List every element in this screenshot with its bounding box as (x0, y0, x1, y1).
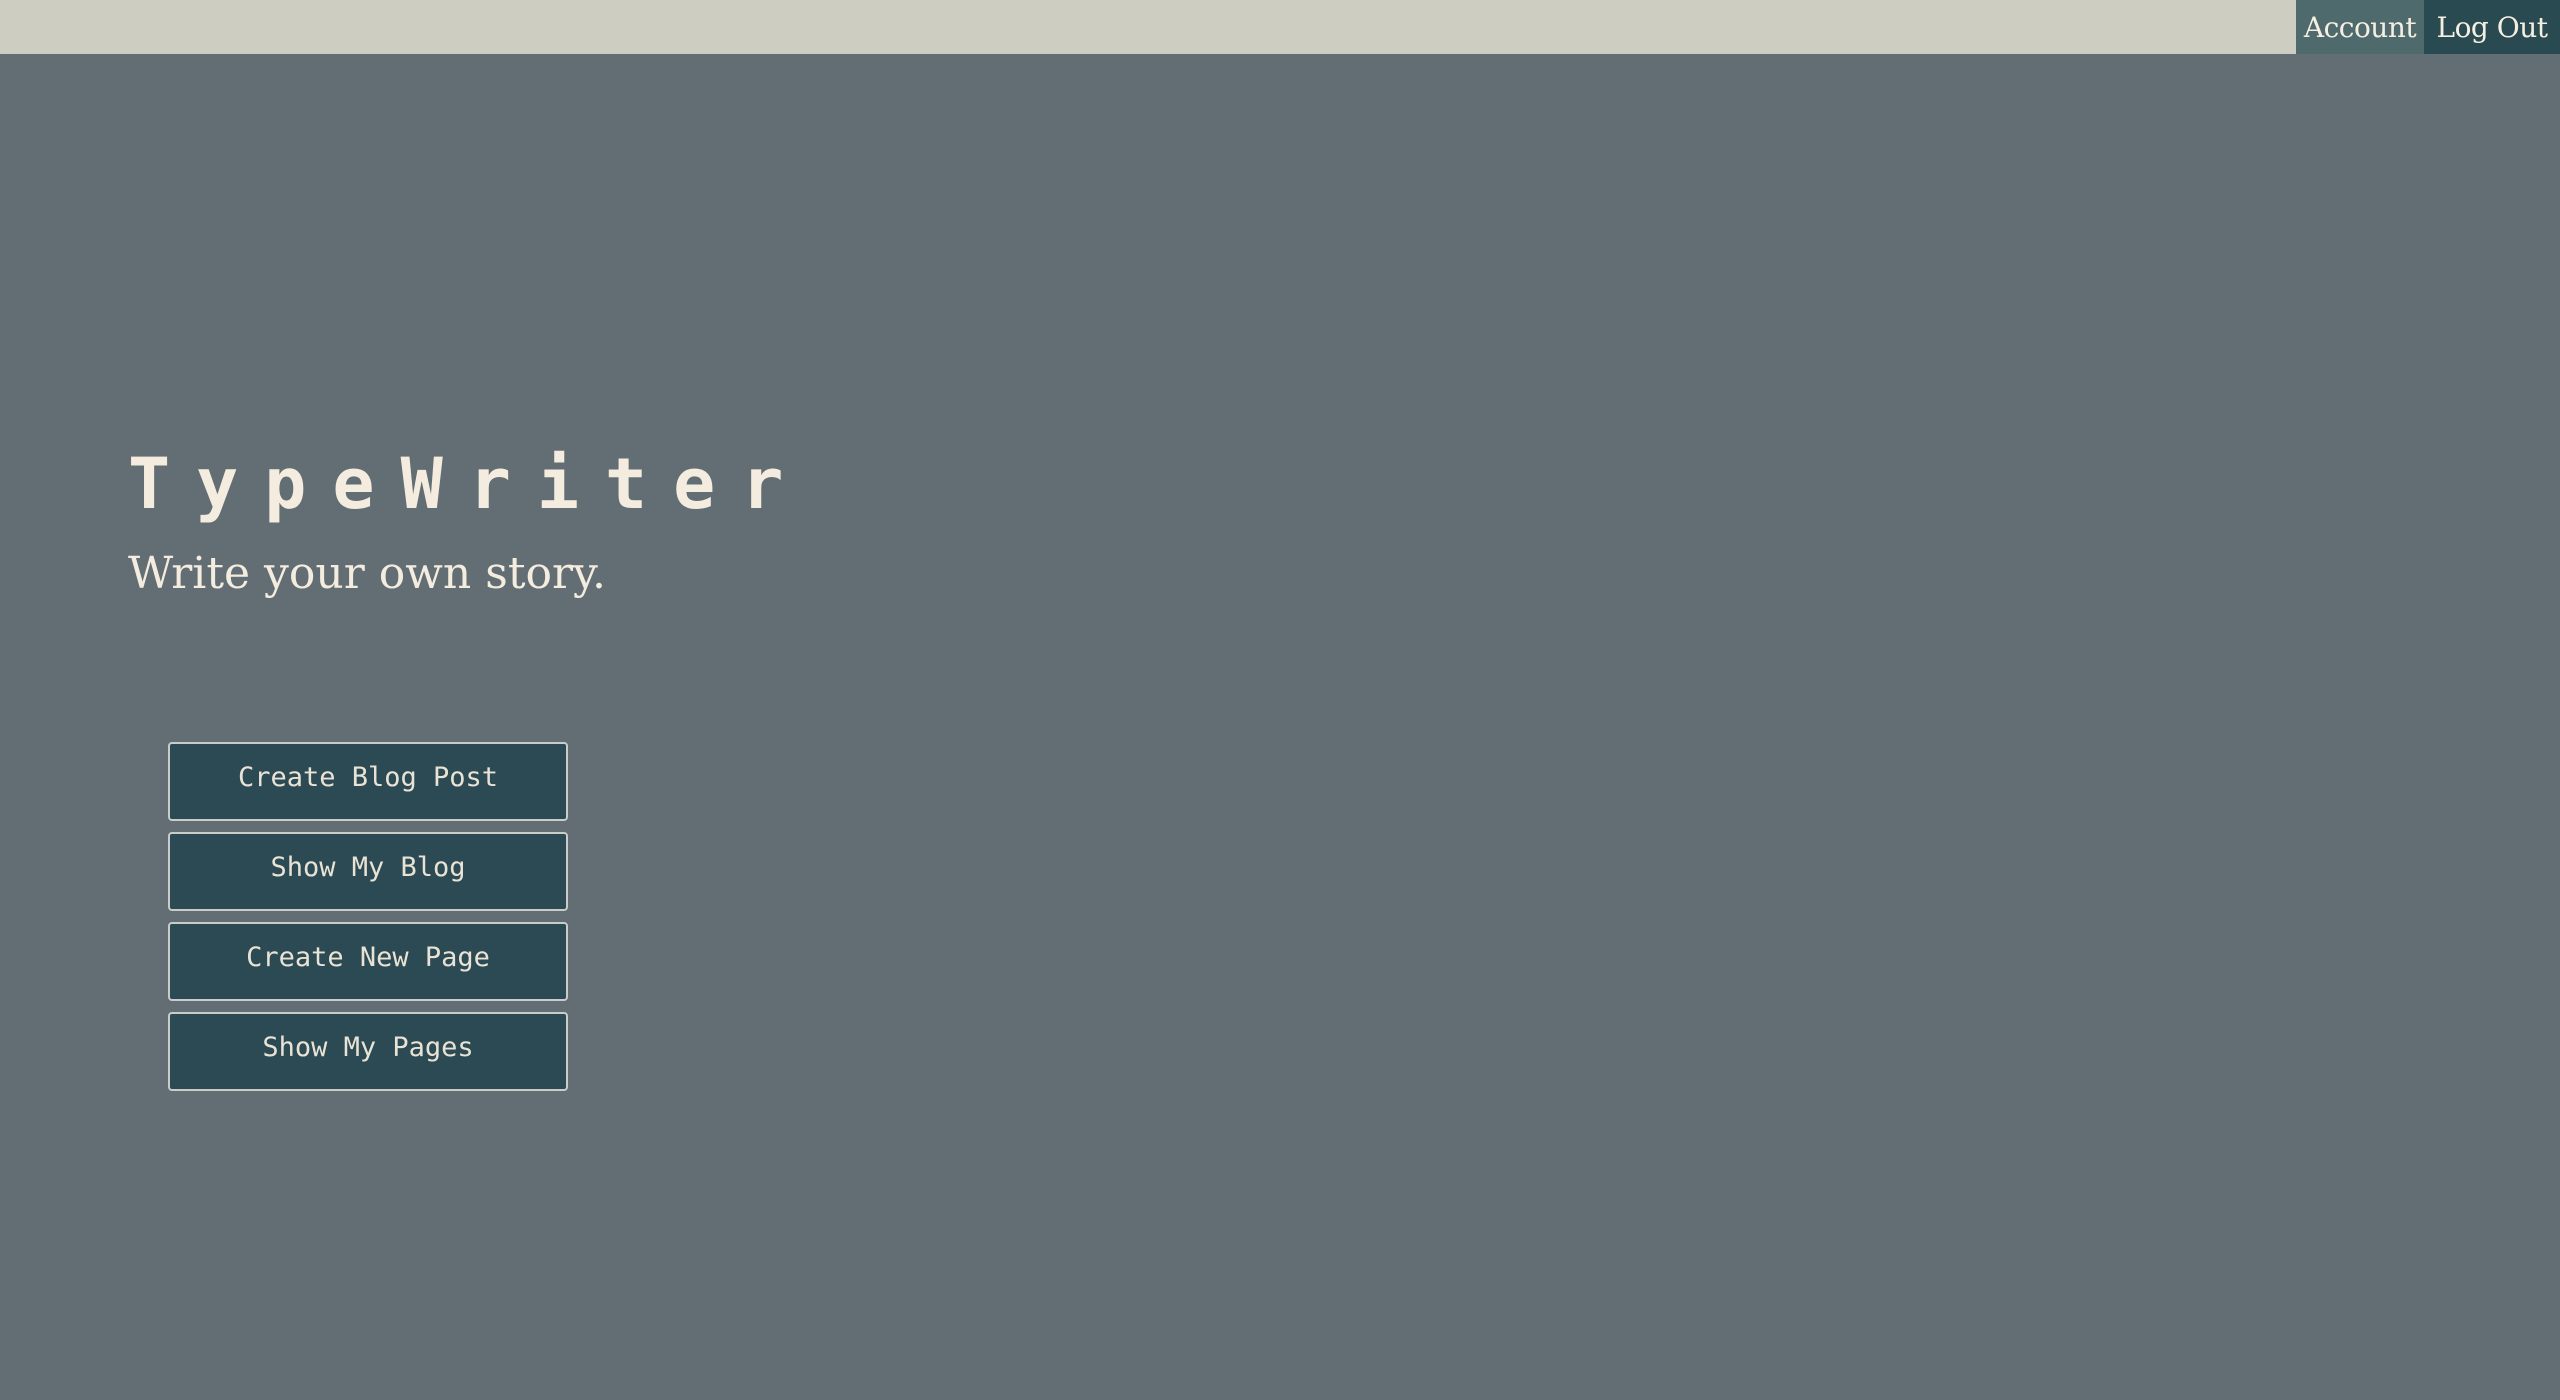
app-title: TypeWriter (128, 443, 810, 525)
show-my-pages-button[interactable]: Show My Pages (168, 1012, 568, 1091)
top-nav: Account Log Out (2296, 0, 2560, 54)
create-blog-post-button[interactable]: Create Blog Post (168, 742, 568, 821)
account-link[interactable]: Account (2296, 0, 2424, 54)
create-new-page-button[interactable]: Create New Page (168, 922, 568, 1001)
tagline: Write your own story. (128, 548, 607, 599)
show-my-blog-button[interactable]: Show My Blog (168, 832, 568, 911)
action-menu: Create Blog Post Show My Blog Create New… (168, 742, 568, 1091)
hero: TypeWriter Write your own story. (128, 440, 809, 602)
top-bar: Account Log Out (0, 0, 2560, 54)
logout-link[interactable]: Log Out (2424, 0, 2560, 54)
